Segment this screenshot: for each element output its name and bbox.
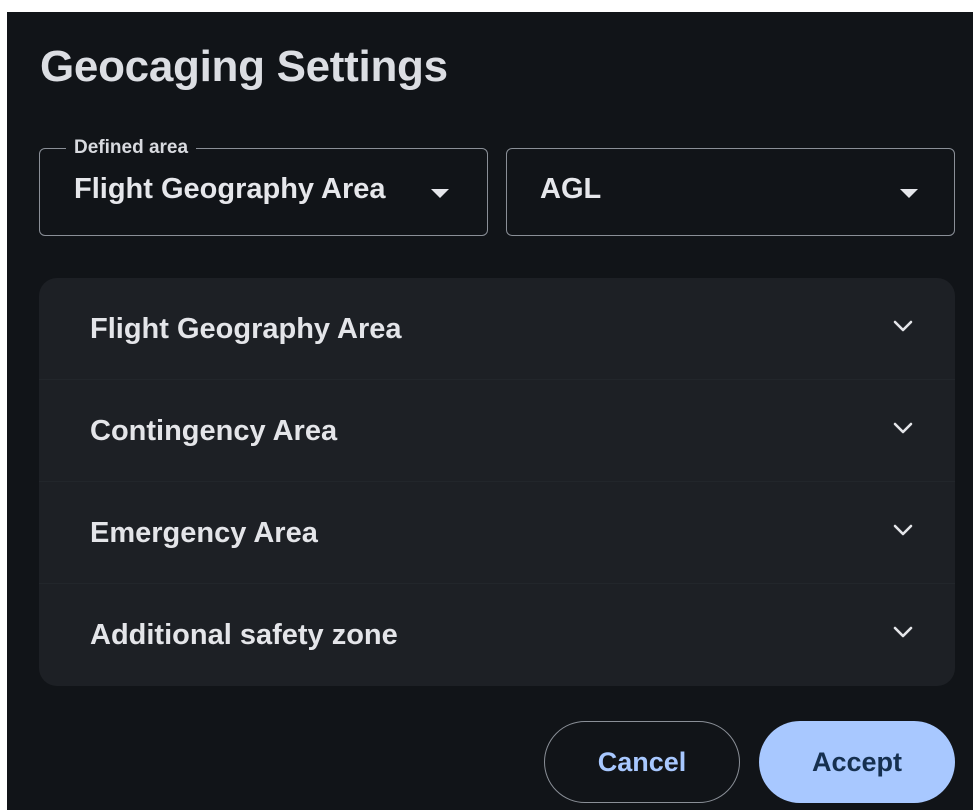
arrow-drop-down-icon bbox=[900, 189, 918, 198]
chevron-down-icon bbox=[893, 626, 913, 638]
chevron-down-icon bbox=[893, 524, 913, 536]
accordion-item-label: Contingency Area bbox=[90, 415, 338, 447]
accordion-item-emergency-area[interactable]: Emergency Area bbox=[39, 482, 955, 584]
altitude-reference-select[interactable]: AGL bbox=[506, 148, 955, 236]
accordion-item-contingency-area[interactable]: Contingency Area bbox=[39, 380, 955, 482]
accordion-item-flight-geography-area[interactable]: Flight Geography Area bbox=[39, 278, 955, 380]
accordion-item-label: Emergency Area bbox=[90, 517, 318, 549]
defined-area-value: Flight Geography Area bbox=[74, 173, 386, 205]
area-accordion: Flight Geography Area Contingency Area E… bbox=[39, 278, 955, 686]
accordion-item-label: Flight Geography Area bbox=[90, 313, 402, 345]
accordion-item-label: Additional safety zone bbox=[90, 619, 398, 651]
arrow-drop-down-icon bbox=[431, 189, 449, 198]
dialog-title: Geocaging Settings bbox=[40, 42, 448, 91]
geocaging-settings-dialog: Geocaging Settings Defined area Flight G… bbox=[7, 12, 973, 810]
cancel-button[interactable]: Cancel bbox=[544, 721, 740, 803]
accept-button[interactable]: Accept bbox=[759, 721, 955, 803]
defined-area-select[interactable]: Defined area Flight Geography Area bbox=[39, 136, 488, 236]
accordion-item-additional-safety-zone[interactable]: Additional safety zone bbox=[39, 584, 955, 685]
altitude-reference-value: AGL bbox=[540, 173, 602, 205]
chevron-down-icon bbox=[893, 320, 913, 332]
chevron-down-icon bbox=[893, 422, 913, 434]
defined-area-label: Defined area bbox=[66, 136, 197, 160]
